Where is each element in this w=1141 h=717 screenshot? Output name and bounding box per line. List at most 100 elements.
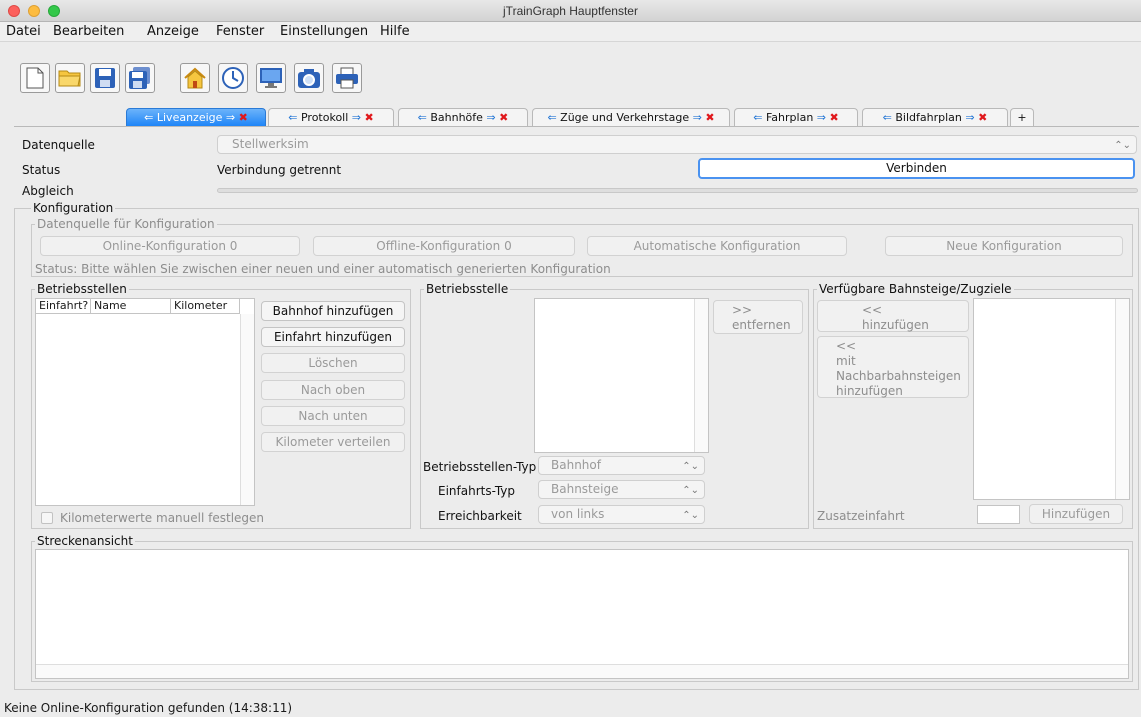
- close-icon[interactable]: ✖: [830, 111, 839, 124]
- menu-fenster[interactable]: Fenster: [216, 24, 264, 39]
- datenquelle-value: Stellwerksim: [232, 137, 309, 151]
- abgleich-label: Abgleich: [22, 184, 74, 198]
- menu-hilfe[interactable]: Hilfe: [380, 24, 410, 39]
- automatische-konfiguration-button[interactable]: Automatische Konfiguration: [587, 236, 847, 256]
- tab-liveanzeige[interactable]: ⇐ Liveanzeige ⇒ ✖: [126, 108, 266, 127]
- updown-arrows-icon: ⌃⌄: [682, 485, 699, 496]
- arrow-left-icon[interactable]: ⇐: [418, 111, 427, 124]
- einfahrts-typ-select[interactable]: Bahnsteige ⌃⌄: [538, 480, 705, 499]
- einfahrts-typ-label: Einfahrts-Typ: [438, 484, 516, 498]
- camera-icon[interactable]: [294, 63, 324, 93]
- einfahrt-hinzufuegen-button[interactable]: Einfahrt hinzufügen: [261, 327, 405, 347]
- menu-anzeige[interactable]: Anzeige: [147, 24, 199, 39]
- datenquelle-konfiguration-legend: Datenquelle für Konfiguration: [35, 217, 217, 231]
- close-icon[interactable]: ✖: [239, 111, 248, 124]
- menu-einstellungen[interactable]: Einstellungen: [280, 24, 368, 39]
- save-icon[interactable]: [90, 63, 120, 93]
- tab-zuege-und-verkehrstage[interactable]: ⇐ Züge und Verkehrstage ⇒ ✖: [532, 108, 730, 127]
- arrow-right-icon[interactable]: ⇒: [352, 111, 361, 124]
- nachbarbahnsteige-hinzufuegen-button[interactable]: << mit Nachbarbahnsteigen hinzufügen: [817, 336, 969, 398]
- plus-icon: +: [1017, 111, 1027, 124]
- betriebsstelle-list[interactable]: [534, 298, 709, 453]
- printer-icon[interactable]: [332, 63, 362, 93]
- menu-bearbeiten[interactable]: Bearbeiten: [53, 24, 124, 39]
- arrow-left-icon[interactable]: ⇐: [288, 111, 297, 124]
- offline-konfiguration-button[interactable]: Offline-Konfiguration 0: [313, 236, 575, 256]
- open-folder-icon[interactable]: [55, 63, 85, 93]
- tab-fahrplan[interactable]: ⇐ Fahrplan ⇒ ✖: [734, 108, 858, 127]
- tab-add-button[interactable]: +: [1010, 108, 1034, 127]
- bahnhof-hinzufuegen-button[interactable]: Bahnhof hinzufügen: [261, 301, 405, 321]
- einfahrts-typ-value: Bahnsteige: [551, 482, 619, 496]
- datenquelle-select[interactable]: Stellwerksim ⌃⌄: [217, 135, 1137, 154]
- canvas-scrollbar[interactable]: [36, 664, 1128, 678]
- column-header-kilometer[interactable]: Kilometer: [171, 299, 240, 314]
- window-title: jTrainGraph Hauptfenster: [503, 4, 638, 18]
- streckenansicht-legend: Streckenansicht: [35, 534, 135, 548]
- arrow-right-icon[interactable]: ⇒: [817, 111, 826, 124]
- arrow-left-icon[interactable]: ⇐: [883, 111, 892, 124]
- nach-unten-button[interactable]: Nach unten: [261, 406, 405, 426]
- entfernen-button[interactable]: >> entfernen: [713, 300, 803, 334]
- nachbar-line: Nachbarbahnsteigen: [836, 369, 961, 383]
- close-icon[interactable]: ✖: [365, 111, 374, 124]
- save-as-icon[interactable]: [125, 63, 155, 93]
- betriebsstellen-table[interactable]: Einfahrt? Name Kilometer: [35, 298, 255, 506]
- erreichbarkeit-label: Erreichbarkeit: [438, 509, 522, 523]
- erreichbarkeit-select[interactable]: von links ⌃⌄: [538, 505, 705, 524]
- streckenansicht-canvas[interactable]: [35, 549, 1129, 679]
- tab-label: Fahrplan: [765, 111, 814, 124]
- menu-datei[interactable]: Datei: [6, 24, 41, 39]
- tab-bildfahrplan[interactable]: ⇐ Bildfahrplan ⇒ ✖: [862, 108, 1008, 127]
- kilometerwerte-checkbox[interactable]: [41, 512, 53, 524]
- arrow-left-icon[interactable]: ⇐: [753, 111, 762, 124]
- konfiguration-legend: Konfiguration: [31, 201, 116, 215]
- close-icon[interactable]: ✖: [705, 111, 714, 124]
- menu-bar: Datei Bearbeiten Anzeige Fenster Einstel…: [0, 22, 1141, 42]
- zusatz-hinzufuegen-button[interactable]: Hinzufügen: [1029, 504, 1123, 524]
- konfiguration-status-text: Status: Bitte wählen Sie zwischen einer …: [35, 262, 611, 276]
- arrow-right-icon[interactable]: ⇒: [226, 111, 235, 124]
- zusatzeinfahrt-label: Zusatzeinfahrt: [817, 509, 905, 523]
- hinzufuegen-button[interactable]: << hinzufügen: [817, 300, 969, 332]
- nachbar-line: <<: [836, 339, 857, 353]
- bahnsteige-list[interactable]: [973, 298, 1130, 500]
- new-file-icon[interactable]: [20, 63, 50, 93]
- tab-label: Bildfahrplan: [895, 111, 962, 124]
- tab-protokoll[interactable]: ⇐ Protokoll ⇒ ✖: [268, 108, 394, 127]
- arrow-right-icon[interactable]: ⇒: [693, 111, 702, 124]
- tab-label: Bahnhöfe: [430, 111, 483, 124]
- abgleich-progress: [217, 188, 1138, 193]
- loeschen-button[interactable]: Löschen: [261, 353, 405, 373]
- erreichbarkeit-value: von links: [551, 507, 605, 521]
- close-icon[interactable]: ✖: [978, 111, 987, 124]
- arrow-left-icon[interactable]: ⇐: [547, 111, 556, 124]
- column-header-einfahrt[interactable]: Einfahrt?: [36, 299, 91, 314]
- nach-oben-button[interactable]: Nach oben: [261, 380, 405, 400]
- clock-icon[interactable]: [218, 63, 248, 93]
- betriebsstellen-typ-select[interactable]: Bahnhof ⌃⌄: [538, 456, 705, 475]
- arrow-left-icon[interactable]: ⇐: [144, 111, 153, 124]
- hinzufuegen-label: hinzufügen: [862, 318, 929, 332]
- arrow-right-icon[interactable]: ⇒: [965, 111, 974, 124]
- home-icon[interactable]: [180, 63, 210, 93]
- status-bar: Keine Online-Konfiguration gefunden (14:…: [4, 701, 293, 715]
- zusatzeinfahrt-input[interactable]: [977, 505, 1020, 524]
- list-scrollbar[interactable]: [694, 299, 708, 452]
- updown-arrows-icon: ⌃⌄: [682, 461, 699, 472]
- hinzufuegen-arrows: <<: [862, 303, 883, 317]
- kilometer-verteilen-button[interactable]: Kilometer verteilen: [261, 432, 405, 452]
- list-scrollbar[interactable]: [1115, 299, 1129, 499]
- column-header-name[interactable]: Name: [91, 299, 171, 314]
- monitor-icon[interactable]: [256, 63, 286, 93]
- tab-label: Protokoll: [300, 111, 349, 124]
- online-konfiguration-button[interactable]: Online-Konfiguration 0: [40, 236, 300, 256]
- close-icon[interactable]: ✖: [499, 111, 508, 124]
- nachbar-line: mit: [836, 354, 856, 368]
- tab-bahnhoefe[interactable]: ⇐ Bahnhöfe ⇒ ✖: [398, 108, 528, 127]
- verbinden-button[interactable]: Verbinden: [698, 158, 1135, 179]
- table-scrollbar[interactable]: [240, 314, 254, 505]
- arrow-right-icon[interactable]: ⇒: [486, 111, 495, 124]
- betriebsstelle-legend: Betriebsstelle: [424, 282, 511, 296]
- neue-konfiguration-button[interactable]: Neue Konfiguration: [885, 236, 1123, 256]
